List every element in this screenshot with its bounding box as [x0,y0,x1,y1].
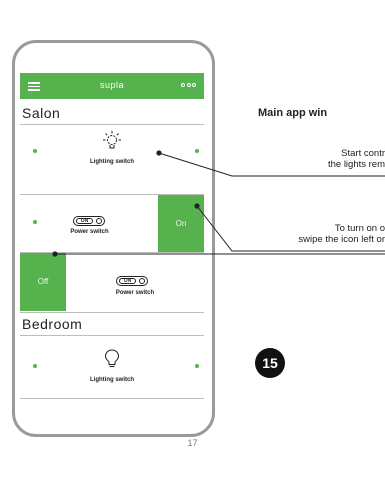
callout-text-start: Start contr the lights rem [327,148,385,170]
callout-text-turn: To turn on o swipe the icon left or [298,223,385,245]
page-number: 17 [187,438,198,448]
callout-title: Main app win [258,107,328,119]
step-number-badge: 15 [255,348,285,378]
